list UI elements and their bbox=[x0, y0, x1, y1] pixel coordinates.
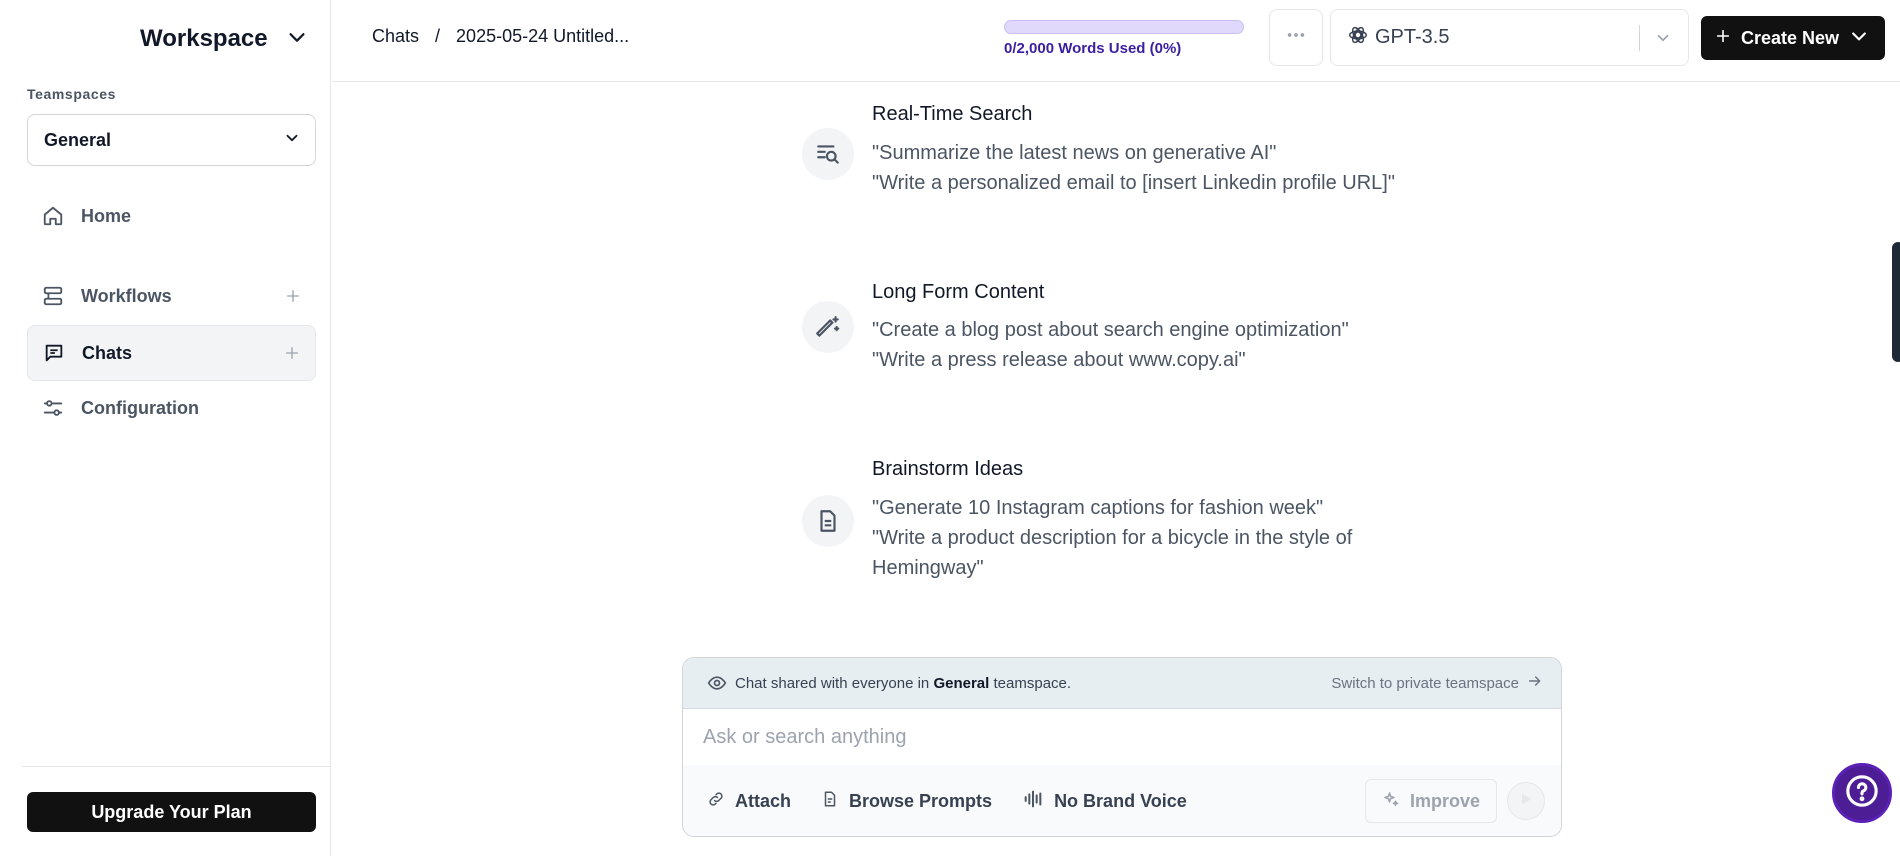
prompt-example[interactable]: "Generate 10 Instagram captions for fash… bbox=[872, 493, 1432, 523]
add-chat-icon[interactable] bbox=[283, 344, 301, 362]
home-icon bbox=[41, 204, 65, 228]
question-mark-icon bbox=[1845, 774, 1879, 813]
breadcrumb-separator: / bbox=[435, 26, 441, 46]
ellipsis-icon bbox=[1285, 24, 1307, 51]
usage-progress-bar bbox=[1004, 20, 1244, 34]
teamspace-select[interactable]: General bbox=[27, 114, 316, 166]
send-icon bbox=[1518, 791, 1534, 812]
sidebar-item-home[interactable]: Home bbox=[27, 188, 316, 244]
prompt-group-title: Long Form Content bbox=[872, 281, 1045, 303]
sidebar-item-label: Configuration bbox=[81, 397, 199, 418]
add-workflow-icon[interactable] bbox=[284, 287, 302, 305]
browse-prompts-label: Browse Prompts bbox=[849, 790, 993, 811]
top-header: Chats / 2025-05-24 Untitled... 0/2,000 W… bbox=[332, 0, 1900, 82]
sparkle-icon bbox=[1382, 790, 1400, 813]
chevron-down-icon bbox=[286, 26, 308, 53]
sidebar: Workspace Teamspaces General Home Workfl… bbox=[0, 0, 331, 856]
brand-voice-label: No Brand Voice bbox=[1054, 790, 1187, 811]
switch-private-link[interactable]: Switch to private teamspace bbox=[1331, 673, 1543, 693]
improve-label: Improve bbox=[1409, 790, 1480, 811]
sidebar-item-label: Home bbox=[81, 205, 132, 226]
breadcrumb-current[interactable]: 2025-05-24 Untitled... bbox=[456, 26, 629, 47]
breadcrumb-chats-link[interactable]: Chats bbox=[372, 26, 419, 47]
prompt-doc-icon bbox=[821, 790, 839, 813]
prompt-group-real-time-search: Real-Time Search "Summarize the latest n… bbox=[802, 100, 1452, 210]
prompt-example[interactable]: "Write a press release about www.copy.ai… bbox=[872, 345, 1432, 375]
prompt-example[interactable]: "Write a personalized email to [insert L… bbox=[872, 168, 1432, 198]
prompt-group-long-form-content: Long Form Content "Create a blog post ab… bbox=[802, 278, 1452, 388]
prompt-group-title: Real-Time Search bbox=[872, 103, 1033, 125]
share-notice-text: Chat shared with everyone in General tea… bbox=[735, 674, 1072, 692]
improve-button[interactable]: Improve bbox=[1364, 779, 1497, 823]
prompt-example[interactable]: "Create a blog post about search engine … bbox=[872, 315, 1432, 345]
chat-icon bbox=[42, 341, 66, 365]
sidebar-divider bbox=[22, 766, 331, 767]
chevron-down-icon bbox=[1849, 26, 1869, 51]
sidebar-item-label: Workflows bbox=[81, 285, 172, 306]
sidebar-item-label: Chats bbox=[82, 342, 133, 363]
paperclip-icon bbox=[707, 790, 725, 813]
brand-voice-button[interactable]: No Brand Voice bbox=[1022, 788, 1187, 815]
prompt-group-brainstorm-ideas: Brainstorm Ideas "Generate 10 Instagram … bbox=[802, 455, 1452, 595]
word-usage-meter: 0/2,000 Words Used (0%) bbox=[1004, 20, 1249, 57]
document-icon bbox=[802, 495, 854, 547]
page-scrollbar-thumb[interactable] bbox=[1892, 242, 1900, 362]
teamspaces-label: Teamspaces bbox=[27, 86, 117, 102]
chevron-down-icon bbox=[1654, 29, 1672, 47]
share-notice-bar: Chat shared with everyone in General tea… bbox=[683, 658, 1561, 709]
voice-wave-icon bbox=[1022, 788, 1044, 815]
plus-icon bbox=[1715, 28, 1731, 49]
switch-private-label: Switch to private teamspace bbox=[1331, 674, 1519, 692]
chat-input[interactable] bbox=[683, 709, 1561, 765]
teamspace-value: General bbox=[44, 129, 112, 150]
sidebar-item-chats[interactable]: Chats bbox=[27, 325, 316, 381]
upgrade-plan-button[interactable]: Upgrade Your Plan bbox=[27, 792, 316, 832]
workflows-icon bbox=[41, 284, 65, 308]
create-new-label: Create New bbox=[1741, 27, 1840, 48]
app-root: Workspace Teamspaces General Home Workfl… bbox=[0, 0, 1900, 856]
eye-icon bbox=[707, 673, 727, 693]
browse-prompts-button[interactable]: Browse Prompts bbox=[821, 790, 992, 813]
sidebar-item-configuration[interactable]: Configuration bbox=[27, 380, 316, 436]
chat-composer: Chat shared with everyone in General tea… bbox=[682, 657, 1562, 837]
model-name: GPT-3.5 bbox=[1375, 26, 1450, 48]
usage-text: 0/2,000 Words Used (0%) bbox=[1004, 40, 1182, 57]
prompt-example[interactable]: "Summarize the latest news on generative… bbox=[872, 138, 1432, 168]
workspace-switcher[interactable]: Workspace bbox=[140, 20, 308, 58]
create-new-button[interactable]: Create New bbox=[1701, 16, 1885, 60]
send-button[interactable] bbox=[1507, 782, 1545, 820]
magic-pen-icon bbox=[802, 301, 854, 353]
sidebar-item-workflows[interactable]: Workflows bbox=[27, 268, 316, 324]
prompt-example[interactable]: "Write a product description for a bicyc… bbox=[872, 523, 1432, 583]
model-select[interactable]: GPT-3.5 bbox=[1330, 9, 1689, 66]
chevron-down-icon bbox=[283, 129, 301, 152]
search-list-icon bbox=[802, 128, 854, 180]
sliders-icon bbox=[41, 396, 65, 420]
workspace-name: Workspace bbox=[140, 25, 268, 52]
arrow-right-icon bbox=[1527, 673, 1543, 693]
composer-toolbar: Attach Browse Prompts No Brand Voice Imp… bbox=[683, 765, 1561, 836]
attach-label: Attach bbox=[735, 790, 792, 811]
help-button[interactable] bbox=[1832, 763, 1892, 823]
attach-button[interactable]: Attach bbox=[707, 790, 791, 813]
prompt-group-title: Brainstorm Ideas bbox=[872, 458, 1024, 480]
more-options-button[interactable] bbox=[1269, 9, 1323, 66]
divider bbox=[1639, 24, 1640, 51]
breadcrumb: Chats / 2025-05-24 Untitled... bbox=[372, 26, 629, 47]
openai-logo-icon bbox=[1347, 24, 1369, 51]
